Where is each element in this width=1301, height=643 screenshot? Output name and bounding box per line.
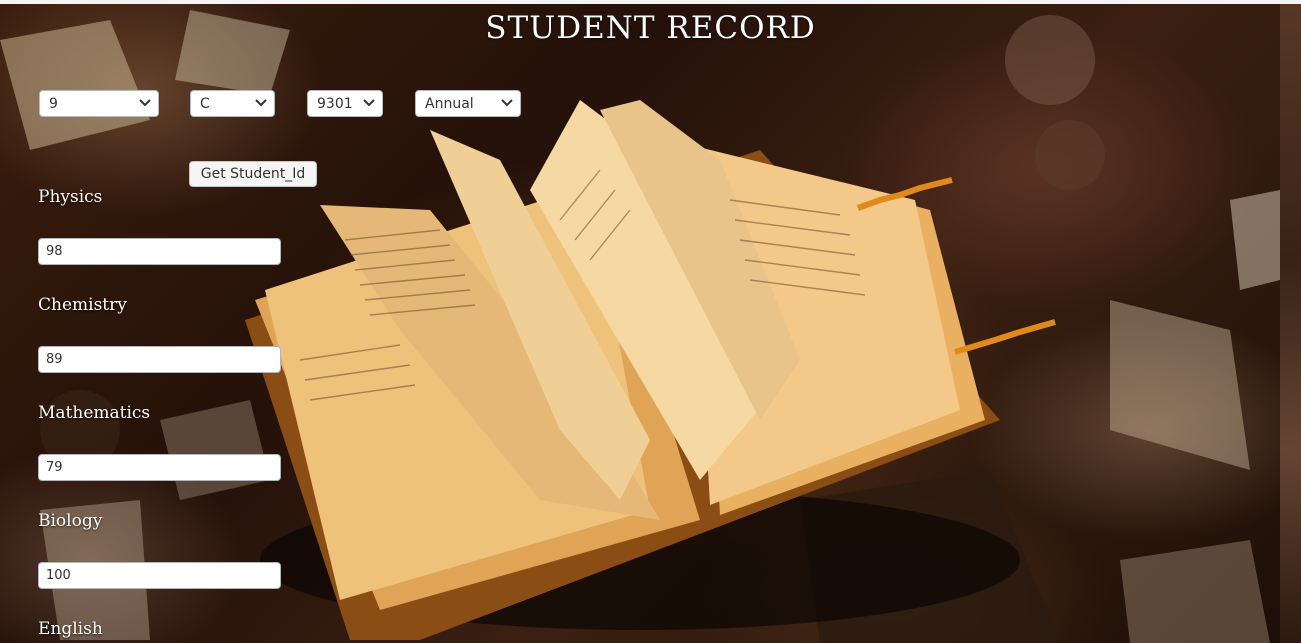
chevron-down-icon xyxy=(255,99,267,107)
class-select[interactable]: 9 xyxy=(39,90,159,117)
mathematics-marks-input[interactable]: 79 xyxy=(38,454,281,481)
top-border xyxy=(0,0,1301,4)
biology-marks-input[interactable]: 100 xyxy=(38,562,281,589)
chevron-down-icon xyxy=(139,99,151,107)
chemistry-marks-input[interactable]: 89 xyxy=(38,346,281,373)
class-select-value: 9 xyxy=(49,95,58,112)
chevron-down-icon xyxy=(501,99,513,107)
student-id-select-value: 9301 xyxy=(317,95,353,112)
exam-select-value: Annual xyxy=(425,95,474,112)
subject-label-biology: Biology xyxy=(38,511,103,531)
exam-select[interactable]: Annual xyxy=(415,90,521,117)
subject-label-mathematics: Mathematics xyxy=(38,403,151,423)
section-select-value: C xyxy=(200,95,210,112)
get-student-id-button[interactable]: Get Student_Id xyxy=(189,161,317,187)
page-title: STUDENT RECORD xyxy=(485,10,816,46)
physics-marks-input[interactable]: 98 xyxy=(38,238,281,265)
student-id-select[interactable]: 9301 xyxy=(307,90,383,117)
subject-label-physics: Physics xyxy=(38,187,103,207)
subject-label-english: English xyxy=(38,619,103,639)
chevron-down-icon xyxy=(363,99,375,107)
right-edge xyxy=(1280,4,1301,643)
subject-label-chemistry: Chemistry xyxy=(38,295,127,315)
page: STUDENT RECORD 9 C 9301 Annual Get Stude… xyxy=(0,0,1301,643)
section-select[interactable]: C xyxy=(190,90,275,117)
